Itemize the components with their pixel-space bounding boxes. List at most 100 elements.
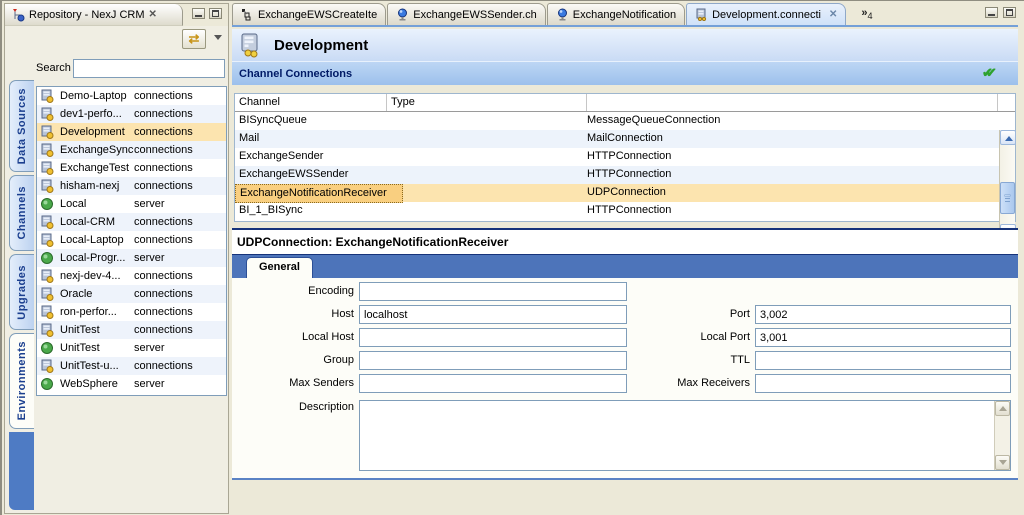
table-row[interactable]: BISyncQueueMessageQueueConnection	[235, 112, 1015, 130]
server-icon	[40, 377, 54, 391]
table-scrollbar[interactable]	[999, 130, 1015, 239]
connections-icon	[40, 287, 54, 301]
editor-area: ExchangeEWSCreateIte ExchangeEWSSender.c…	[232, 3, 1018, 514]
repository-view: Repository - NexJ CRM ✕ ⇄ Search Data So…	[4, 3, 229, 514]
detail-title: UDPConnection: ExchangeNotificationRecei…	[237, 235, 508, 249]
tab-exchangeewssender[interactable]: ExchangeEWSSender.ch	[387, 3, 546, 25]
tab-close-icon[interactable]: ✕	[829, 9, 837, 20]
tab-general[interactable]: General	[246, 257, 313, 278]
view-close-icon[interactable]: ✕	[149, 9, 157, 20]
column-header-type[interactable]: Type	[387, 94, 587, 111]
app-window: Repository - NexJ CRM ✕ ⇄ Search Data So…	[0, 0, 1024, 515]
host-label: Host	[232, 308, 354, 320]
list-item[interactable]: dev1-perfo...connections	[37, 105, 226, 123]
encoding-label: Encoding	[232, 285, 354, 297]
server-icon	[40, 341, 54, 355]
sidebar-tab-environments[interactable]: Environments	[9, 333, 34, 429]
list-item[interactable]: nexj-dev-4...connections	[37, 267, 226, 285]
connections-icon	[40, 269, 54, 283]
tab-development-connections[interactable]: Development.connecti ✕	[686, 3, 846, 25]
port-field[interactable]	[755, 305, 1011, 324]
table-row[interactable]: MailMailConnection	[235, 130, 1015, 148]
scroll-up-button[interactable]	[1000, 130, 1016, 145]
link-with-editor-button[interactable]: ⇄	[182, 29, 206, 49]
tab-exchangeewscreateite[interactable]: ExchangeEWSCreateIte	[232, 3, 386, 25]
list-item[interactable]: UnitTestserver	[37, 339, 226, 357]
column-header-empty	[587, 94, 998, 111]
scrollbar-thumb[interactable]	[1000, 182, 1015, 214]
max-senders-field[interactable]	[359, 374, 627, 393]
connections-icon	[40, 125, 54, 139]
channel-connections-header: Channel Connections ✔✔	[232, 61, 1018, 85]
max-senders-label: Max Senders	[232, 377, 354, 389]
scrollbar-corner	[998, 94, 1015, 111]
scroll-up-button[interactable]	[995, 401, 1010, 416]
repository-toolbar: ⇄	[5, 26, 228, 52]
sidebar-tab-data-sources[interactable]: Data Sources	[9, 80, 34, 172]
search-row: Search	[5, 56, 228, 82]
sidebar-tab-upgrades[interactable]: Upgrades	[9, 254, 34, 330]
local-port-field[interactable]	[755, 328, 1011, 347]
host-field[interactable]	[359, 305, 627, 324]
connections-icon	[40, 89, 54, 103]
view-menu-dropdown-icon[interactable]	[214, 35, 222, 40]
editor-header: Development	[232, 29, 1018, 61]
detail-tab-bar: General	[232, 254, 1018, 278]
repository-view-tab[interactable]: Repository - NexJ CRM ✕	[5, 4, 183, 26]
connections-icon	[40, 143, 54, 157]
connections-icon	[40, 305, 54, 319]
list-item[interactable]: Oracleconnections	[37, 285, 226, 303]
list-item[interactable]: ron-perfor...connections	[37, 303, 226, 321]
local-host-field[interactable]	[359, 328, 627, 347]
page-title: Development	[274, 37, 368, 54]
scroll-down-button[interactable]	[995, 455, 1010, 470]
description-textarea[interactable]	[359, 400, 1011, 471]
local-host-label: Local Host	[232, 331, 354, 343]
list-item[interactable]: Local-Laptopconnections	[37, 231, 226, 249]
list-item[interactable]: WebSphereserver	[37, 375, 226, 393]
list-item[interactable]: hisham-nexjconnections	[37, 177, 226, 195]
tab-overflow-indicator[interactable]: »4	[861, 7, 872, 21]
max-receivers-field[interactable]	[755, 374, 1011, 393]
connections-icon	[40, 233, 54, 247]
encoding-field[interactable]	[359, 282, 627, 301]
list-item[interactable]: UnitTestconnections	[37, 321, 226, 339]
table-row-selected[interactable]: ExchangeNotificationReceiverUDPConnectio…	[235, 184, 1015, 202]
channel-icon	[556, 8, 569, 21]
list-item[interactable]: Demo-Laptopconnections	[37, 87, 226, 105]
repository-titlebar: Repository - NexJ CRM ✕	[5, 4, 228, 26]
detail-section-header: UDPConnection: ExchangeNotificationRecei…	[232, 230, 1018, 254]
list-item[interactable]: ExchangeTestconnections	[37, 159, 226, 177]
list-item[interactable]: ExchangeSyncconnections	[37, 141, 226, 159]
view-maximize-button[interactable]	[209, 8, 222, 19]
column-header-channel[interactable]: Channel	[235, 94, 387, 111]
group-field[interactable]	[359, 351, 627, 370]
editor-tab-bar: ExchangeEWSCreateIte ExchangeEWSSender.c…	[232, 3, 1018, 27]
list-item-selected[interactable]: Developmentconnections	[37, 123, 226, 141]
table-row[interactable]: BI_1_BISyncHTTPConnection	[235, 202, 1015, 220]
search-label: Search	[36, 62, 71, 74]
editor-maximize-button[interactable]	[1003, 7, 1016, 18]
connections-icon	[40, 107, 54, 121]
list-item[interactable]: Localserver	[37, 195, 226, 213]
table-row[interactable]: ExchangeEWSSenderHTTPConnection	[235, 166, 1015, 184]
list-item[interactable]: UnitTest-u...connections	[37, 357, 226, 375]
ttl-field[interactable]	[755, 351, 1011, 370]
repository-title: Repository - NexJ CRM	[29, 9, 145, 21]
connections-icon	[40, 161, 54, 175]
list-item[interactable]: Local-Progr...server	[37, 249, 226, 267]
view-minimize-button[interactable]	[192, 8, 205, 19]
validate-check-icon: ✔✔	[982, 65, 1008, 81]
list-item[interactable]: Local-CRMconnections	[37, 213, 226, 231]
server-icon	[40, 197, 54, 211]
description-scrollbar[interactable]	[994, 401, 1010, 470]
editor-minimize-button[interactable]	[985, 7, 998, 18]
channel-icon	[396, 8, 409, 21]
connections-icon	[40, 179, 54, 193]
repository-icon	[11, 8, 25, 22]
table-row[interactable]: ExchangeSenderHTTPConnection	[235, 148, 1015, 166]
tab-exchangenotification[interactable]: ExchangeNotification	[547, 3, 685, 25]
sidebar-tab-channels[interactable]: Channels	[9, 175, 34, 251]
environment-list: Demo-Laptopconnections dev1-perfo...conn…	[36, 86, 227, 396]
search-input[interactable]	[73, 59, 225, 78]
